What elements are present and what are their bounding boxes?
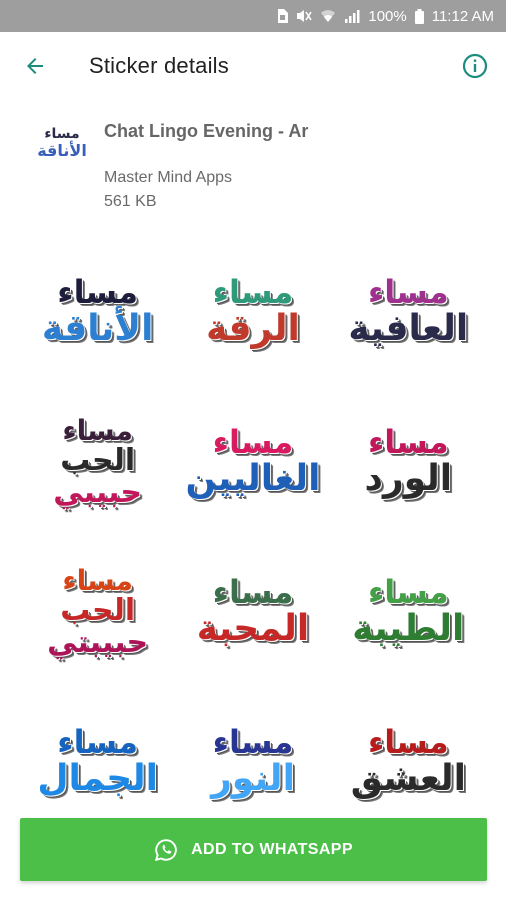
sticker-item[interactable]: مساء الرقة [175,238,330,386]
sticker-item[interactable]: مساء المحبة [175,538,330,686]
sticker-item[interactable]: مساء النور [175,688,330,818]
sticker-item[interactable]: مساء الورد [331,388,486,536]
info-circle-icon [462,53,488,79]
pack-icon-text-1: مساء [44,126,80,142]
pack-size: 561 KB [104,193,157,210]
sticker-text: العشق [350,757,466,799]
info-button[interactable] [458,49,492,83]
sticker-text: الغاليين [185,457,321,499]
sticker-grid: مساء الأناقة مساء الرقة مساء العافية مساء الحب ح… [20,238,486,818]
add-to-whatsapp-label: ADD TO WHATSAPP [191,840,353,858]
sticker-text: المحبة [196,607,310,649]
sticker-text: مساء [367,423,449,462]
sticker-text: مساء [57,723,139,762]
sticker-text: الحب [60,593,136,629]
pack-tray-icon: مساء الأناقة [37,118,87,168]
pack-icon-text-2: الأناقة [37,141,87,160]
sticker-item[interactable]: مساء العشق [331,688,486,818]
add-to-whatsapp-button[interactable]: ADD TO WHATSAPP [20,818,487,881]
pack-publisher: Master Mind Apps [104,169,233,186]
sticker-text: الورد [364,457,453,499]
battery-percent: 100% [368,7,407,25]
whatsapp-icon [155,838,177,861]
back-button[interactable] [0,32,70,100]
sticker-text: حبيبي [53,474,143,510]
sticker-text: مساء [57,273,139,312]
sticker-item[interactable]: مساء الحب حبيبتي [20,538,175,686]
status-bar: 100% 11:12 AM [0,0,506,32]
page-title: Sticker details [89,53,229,78]
sticker-text: مساء [367,273,449,312]
sticker-item[interactable]: مساء الجمال [20,688,175,818]
sticker-text: مساء [367,573,449,612]
signal-icon [344,9,360,23]
sticker-text: مساء [212,723,294,762]
sticker-text: النور [211,757,295,799]
clock: 11:12 AM [431,7,494,25]
sticker-text: مساء [212,273,294,312]
sticker-item[interactable]: مساء الحب حبيبي [20,388,175,536]
sticker-text: مساء [62,413,133,447]
sticker-item[interactable]: مساء العافية [331,238,486,386]
sticker-text: حبيبتي [47,624,149,660]
mute-icon [296,9,313,23]
sticker-text: الرقة [206,307,300,349]
sticker-item[interactable]: مساء الأناقة [20,238,175,386]
app-bar: Sticker details [0,32,506,100]
sticker-pack-header: مساء الأناقة Chat Lingo Evening - Ar Mas… [0,100,506,230]
sticker-text: الحب [60,443,136,479]
sim-card-icon [276,9,289,23]
sticker-text: الجمال [37,757,159,799]
sticker-text: مساء [367,723,449,762]
sticker-text: مساء [62,563,133,597]
sticker-text: العافية [348,307,469,349]
wifi-icon [320,9,336,23]
sticker-text: الطيبة [352,607,465,649]
sticker-text: الأناقة [41,307,154,349]
sticker-item[interactable]: مساء الطيبة [331,538,486,686]
sticker-text: مساء [212,423,294,462]
pack-name: Chat Lingo Evening - Ar [104,121,309,141]
battery-icon [414,8,424,24]
sticker-item[interactable]: مساء الغاليين [175,388,330,536]
arrow-left-icon [27,58,43,74]
sticker-text: مساء [212,573,294,612]
